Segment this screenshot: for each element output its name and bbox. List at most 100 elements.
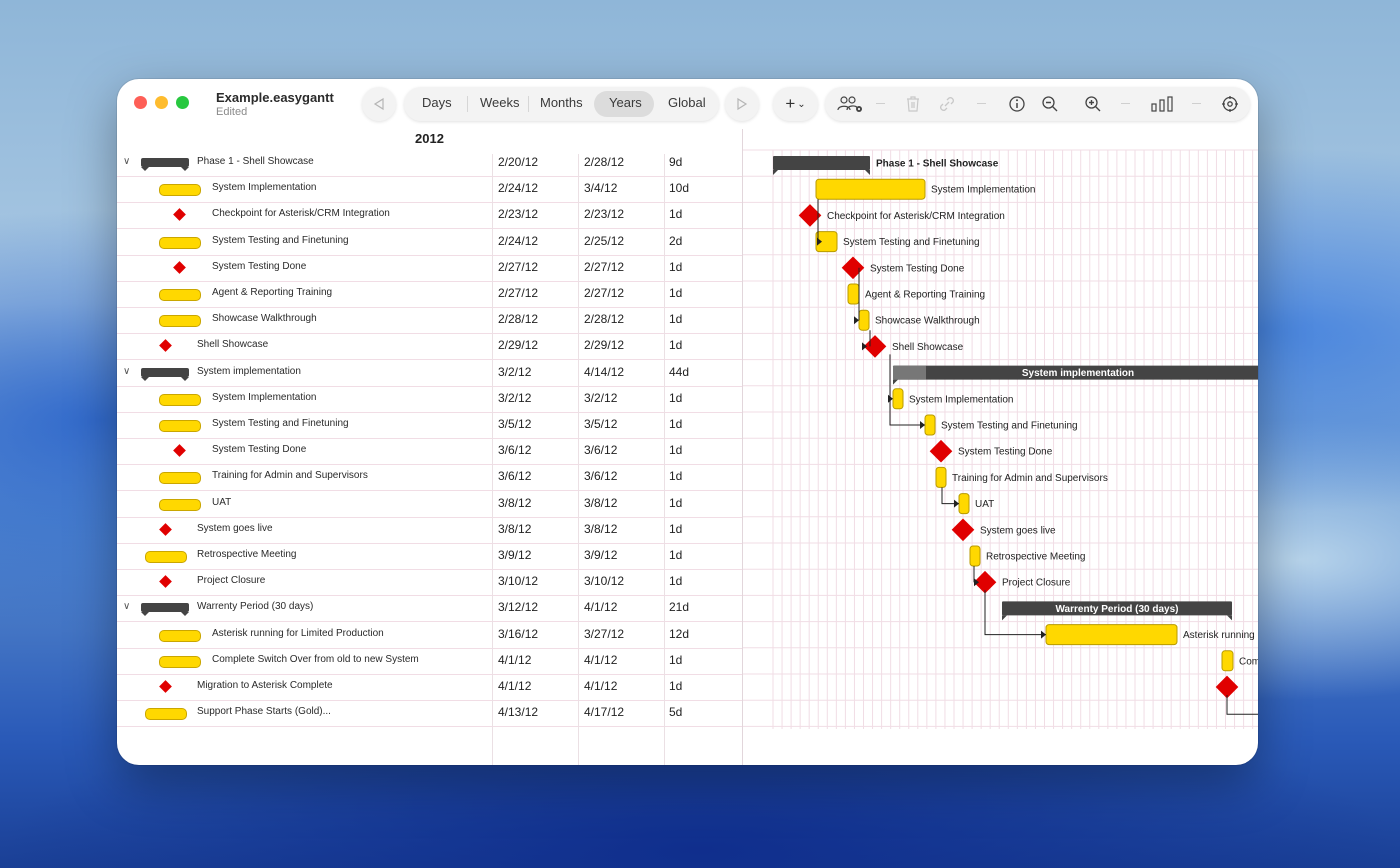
- task-start-date[interactable]: 3/9/12: [498, 548, 531, 562]
- task-row[interactable]: System Implementation 2/24/12 3/4/12 10d: [117, 176, 743, 204]
- task-duration[interactable]: 1d: [669, 207, 682, 221]
- task-duration[interactable]: 1d: [669, 260, 682, 274]
- task-end-date[interactable]: 3/10/12: [584, 574, 624, 588]
- resources-button[interactable]: [837, 94, 863, 114]
- task-duration[interactable]: 1d: [669, 653, 682, 667]
- task-duration[interactable]: 21d: [669, 600, 689, 614]
- task-row[interactable]: System Testing and Finetuning 2/24/12 2/25…: [117, 229, 743, 256]
- summary-bar[interactable]: [773, 156, 870, 170]
- task-bar[interactable]: [892, 388, 904, 410]
- task-bar[interactable]: [1045, 624, 1178, 646]
- task-end-date[interactable]: 2/28/12: [584, 312, 624, 326]
- task-end-date[interactable]: 2/29/12: [584, 338, 624, 352]
- task-start-date[interactable]: 3/12/12: [498, 600, 538, 614]
- task-end-date[interactable]: 2/27/12: [584, 286, 624, 300]
- task-name[interactable]: System Implementation: [212, 392, 317, 403]
- info-button[interactable]: [1007, 94, 1027, 114]
- task-end-date[interactable]: 3/2/12: [584, 391, 617, 405]
- task-end-date[interactable]: 3/6/12: [584, 469, 617, 483]
- task-duration[interactable]: 1d: [669, 469, 682, 483]
- task-duration[interactable]: 12d: [669, 627, 689, 641]
- task-name[interactable]: Complete Switch Over from old to new Sys…: [212, 654, 419, 665]
- zoom-window-button[interactable]: [176, 96, 189, 109]
- task-start-date[interactable]: 3/8/12: [498, 496, 531, 510]
- scale-weeks[interactable]: Weeks: [480, 95, 520, 110]
- task-row[interactable]: Shell Showcase 2/29/12 2/29/12 1d: [117, 333, 743, 361]
- task-row[interactable]: System Testing and Finetuning 3/5/12 3/5/1…: [117, 412, 743, 439]
- task-duration[interactable]: 1d: [669, 443, 682, 457]
- task-row[interactable]: Complete Switch Over from old to new Sys…: [117, 648, 743, 675]
- task-duration[interactable]: 10d: [669, 181, 689, 195]
- task-duration[interactable]: 1d: [669, 338, 682, 352]
- task-end-date[interactable]: 4/1/12: [584, 600, 617, 614]
- minimize-window-button[interactable]: [155, 96, 168, 109]
- task-bar[interactable]: [958, 493, 970, 515]
- task-start-date[interactable]: 2/27/12: [498, 286, 538, 300]
- task-name[interactable]: System Testing and Finetuning: [212, 235, 349, 246]
- scale-months[interactable]: Months: [540, 95, 583, 110]
- milestone-diamond[interactable]: [863, 335, 887, 358]
- task-start-date[interactable]: 2/24/12: [498, 234, 538, 248]
- zoom-out-button[interactable]: [1040, 94, 1060, 114]
- task-name[interactable]: System Testing Done: [212, 261, 306, 272]
- task-start-date[interactable]: 2/29/12: [498, 338, 538, 352]
- task-end-date[interactable]: 4/17/12: [584, 705, 624, 719]
- task-row[interactable]: ∨ Warrenty Period (30 days) 3/12/12 4/1/12 2…: [117, 595, 743, 623]
- task-start-date[interactable]: 4/1/12: [498, 679, 531, 693]
- task-name[interactable]: Warrenty Period (30 days): [197, 601, 313, 612]
- task-bar[interactable]: [969, 545, 981, 567]
- task-bar[interactable]: [847, 283, 860, 305]
- delete-button[interactable]: [903, 94, 923, 114]
- chevron-down-icon[interactable]: ∨: [123, 156, 130, 167]
- task-duration[interactable]: 1d: [669, 496, 682, 510]
- task-end-date[interactable]: 2/28/12: [584, 155, 624, 169]
- task-duration[interactable]: 44d: [669, 365, 689, 379]
- task-name[interactable]: Phase 1 - Shell Showcase: [197, 156, 314, 167]
- task-end-date[interactable]: 4/1/12: [584, 679, 617, 693]
- task-name[interactable]: Showcase Walkthrough: [212, 313, 317, 324]
- task-row[interactable]: Project Closure 3/10/12 3/10/12 1d: [117, 569, 743, 597]
- task-end-date[interactable]: 3/27/12: [584, 627, 624, 641]
- task-start-date[interactable]: 3/5/12: [498, 417, 531, 431]
- task-start-date[interactable]: 3/8/12: [498, 522, 531, 536]
- task-duration[interactable]: 1d: [669, 548, 682, 562]
- task-end-date[interactable]: 2/23/12: [584, 207, 624, 221]
- task-start-date[interactable]: 2/20/12: [498, 155, 538, 169]
- task-bar[interactable]: [858, 309, 870, 331]
- task-start-date[interactable]: 3/6/12: [498, 469, 531, 483]
- task-duration[interactable]: 1d: [669, 286, 682, 300]
- task-start-date[interactable]: 2/23/12: [498, 207, 538, 221]
- task-end-date[interactable]: 3/6/12: [584, 443, 617, 457]
- settings-button[interactable]: [1220, 94, 1240, 114]
- previous-button[interactable]: [362, 87, 396, 121]
- task-start-date[interactable]: 3/10/12: [498, 574, 538, 588]
- task-row[interactable]: Retrospective Meeting 3/9/12 3/9/12 1d: [117, 543, 743, 570]
- chart-view-button[interactable]: [1150, 94, 1174, 114]
- zoom-in-button[interactable]: [1083, 94, 1103, 114]
- task-end-date[interactable]: 4/1/12: [584, 653, 617, 667]
- task-start-date[interactable]: 3/16/12: [498, 627, 538, 641]
- milestone-diamond[interactable]: [951, 518, 975, 542]
- milestone-diamond[interactable]: [929, 439, 953, 463]
- task-name[interactable]: Support Phase Starts (Gold)...: [197, 706, 331, 717]
- task-bar[interactable]: [815, 178, 926, 200]
- task-row[interactable]: UAT 3/8/12 3/8/12 1d: [117, 491, 743, 518]
- task-name[interactable]: Asterisk running for Limited Production: [212, 628, 384, 639]
- task-end-date[interactable]: 3/8/12: [584, 522, 617, 536]
- task-end-date[interactable]: 3/8/12: [584, 496, 617, 510]
- task-name[interactable]: Shell Showcase: [197, 339, 268, 350]
- task-row[interactable]: Agent & Reporting Training 2/27/12 2/27/12…: [117, 281, 743, 308]
- task-row[interactable]: Migration to Asterisk Complete 4/1/12 4/1/…: [117, 674, 743, 701]
- task-start-date[interactable]: 4/13/12: [498, 705, 538, 719]
- task-duration[interactable]: 1d: [669, 391, 682, 405]
- task-bar[interactable]: [1221, 650, 1234, 672]
- task-start-date[interactable]: 2/27/12: [498, 260, 538, 274]
- task-name[interactable]: Project Closure: [197, 575, 265, 586]
- task-end-date[interactable]: 2/27/12: [584, 260, 624, 274]
- task-row[interactable]: ∨ Phase 1 - Shell Showcase 2/20/12 2/28/12 9…: [117, 150, 743, 177]
- task-name[interactable]: Agent & Reporting Training: [212, 287, 332, 298]
- scale-days[interactable]: Days: [422, 95, 452, 110]
- task-start-date[interactable]: 3/2/12: [498, 391, 531, 405]
- task-name[interactable]: System Testing and Finetuning: [212, 418, 349, 429]
- task-name[interactable]: Training for Admin and Supervisors: [212, 470, 368, 481]
